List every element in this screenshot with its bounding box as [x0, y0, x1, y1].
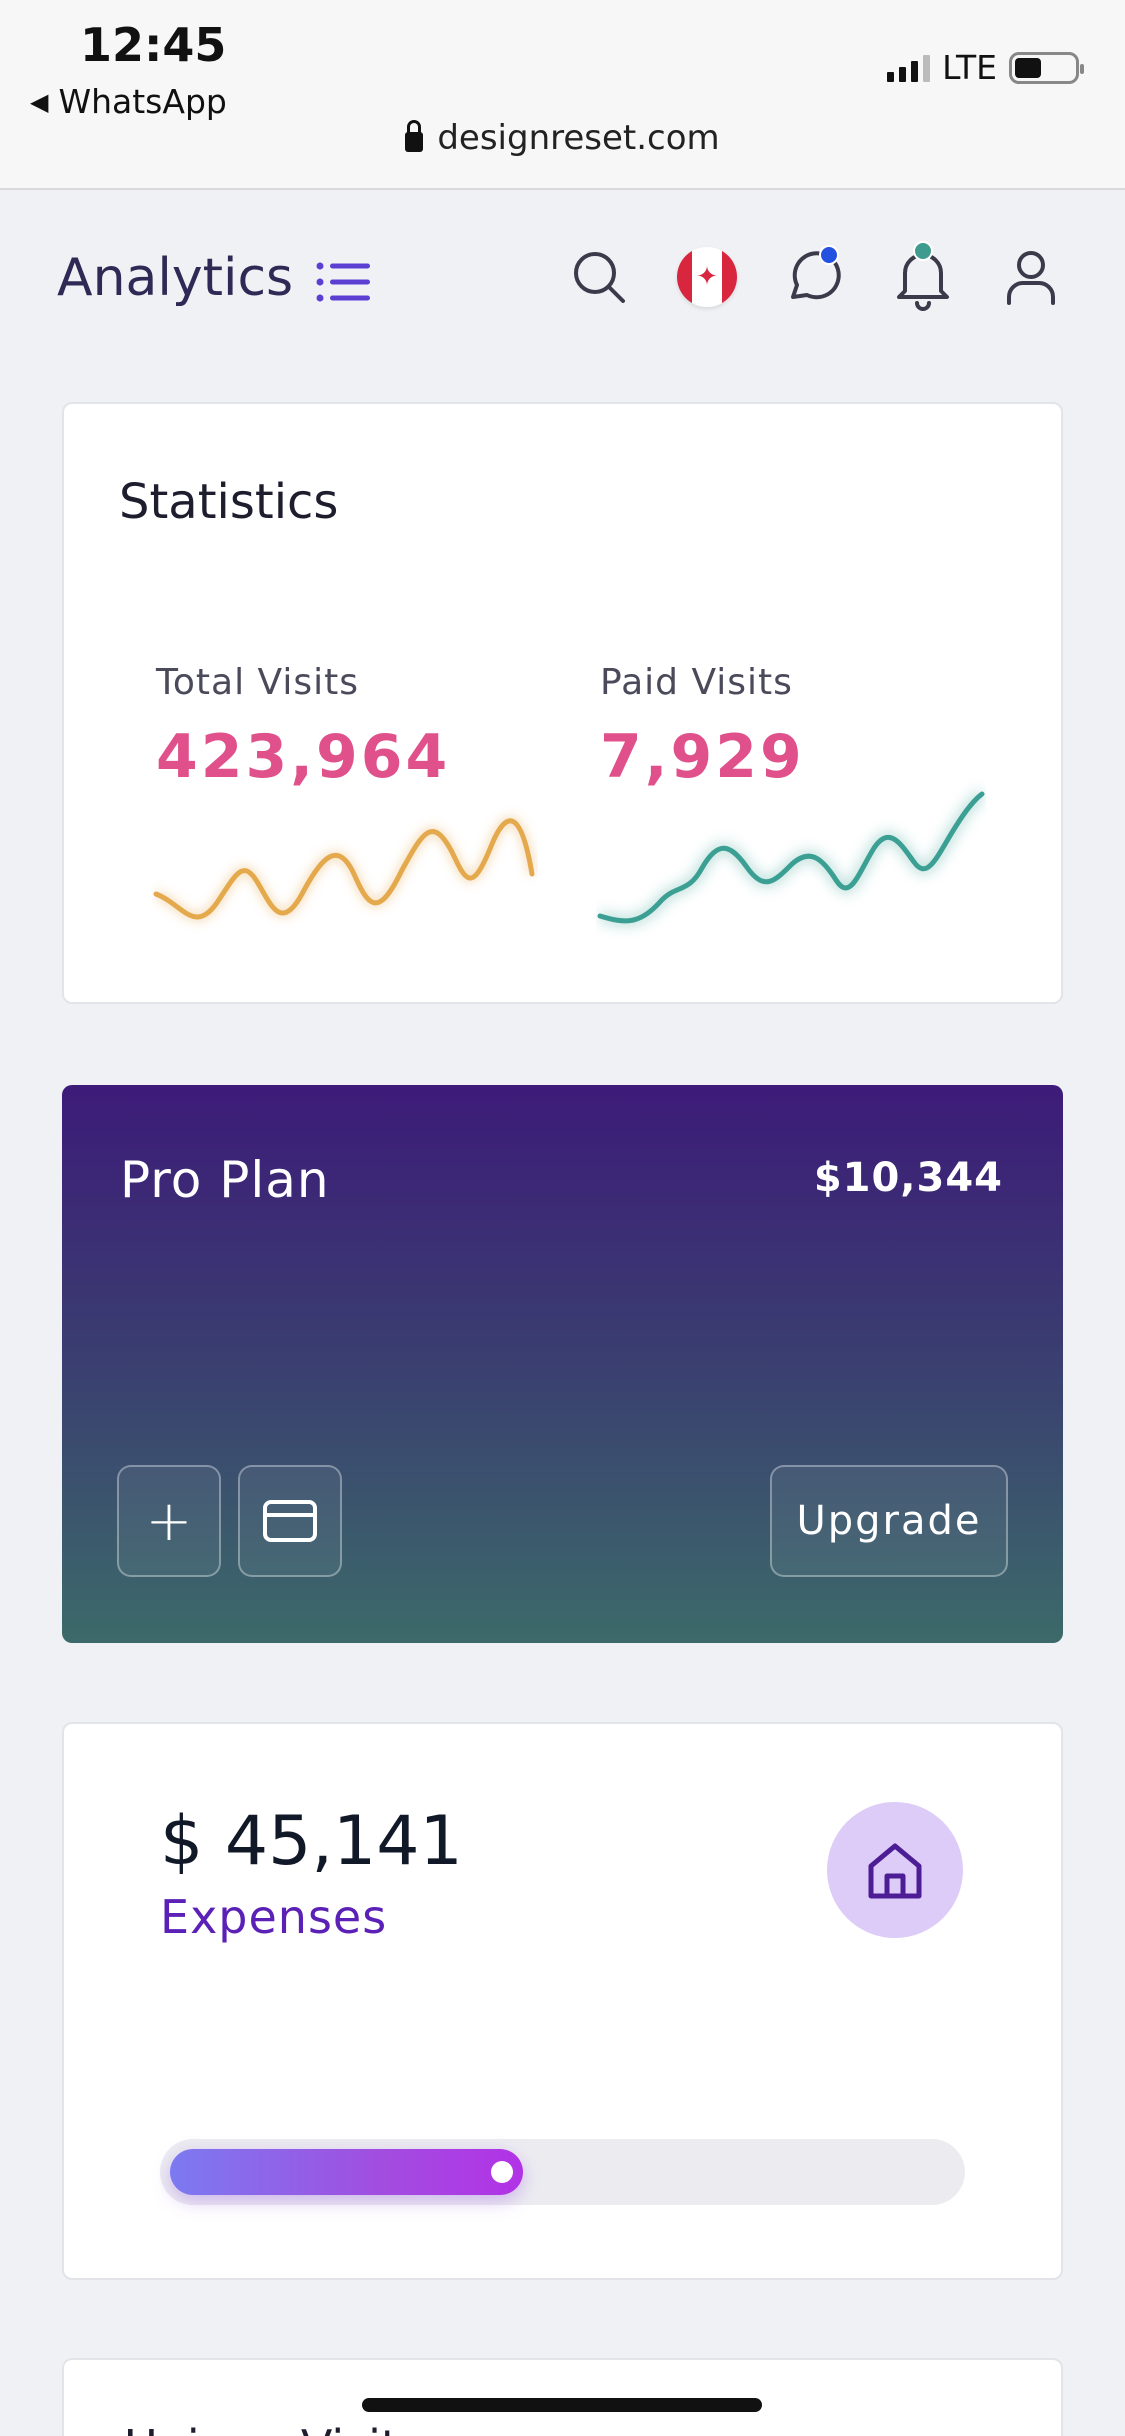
search-icon: [574, 252, 625, 303]
pro-plan-card: Pro Plan $10,344 + Upgrade: [62, 1085, 1063, 1643]
upgrade-button[interactable]: Upgrade: [770, 1465, 1008, 1577]
paid-visits-label: Paid Visits: [600, 662, 793, 703]
statistics-title: Statistics: [119, 474, 339, 530]
signal-icon: [887, 54, 931, 82]
messages-button[interactable]: [780, 242, 850, 312]
app-header: Analytics ✦: [0, 190, 1125, 370]
unique-visitors-card: Unique Visitors: [62, 2358, 1063, 2436]
pro-plan-amount: $10,344: [813, 1155, 1003, 1201]
status-time: 12:45: [80, 18, 227, 72]
page: 12:45 ◀ WhatsApp LTE designreset.com Ana…: [0, 0, 1125, 2436]
home-indicator: [362, 2398, 762, 2412]
canada-flag-icon: ✦: [677, 247, 737, 307]
payment-card-button[interactable]: [238, 1465, 342, 1577]
chat-icon: [791, 245, 841, 300]
notifications-button[interactable]: [888, 241, 958, 312]
back-to-app-link[interactable]: ◀ WhatsApp: [30, 82, 227, 121]
expenses-progress-track: [160, 2139, 965, 2205]
url-bar[interactable]: designreset.com: [0, 118, 1125, 158]
add-button[interactable]: +: [117, 1465, 221, 1577]
home-icon: [868, 1843, 922, 1899]
home-badge: [827, 1802, 963, 1938]
profile-button[interactable]: [996, 242, 1066, 312]
url-text: designreset.com: [437, 118, 720, 158]
network-label: LTE: [942, 48, 997, 87]
battery-icon: [1009, 51, 1084, 84]
total-visits-value: 423,964: [156, 722, 451, 792]
menu-list-icon[interactable]: [316, 260, 372, 304]
statistics-card: Statistics Total Visits 423,964 Paid Vis…: [62, 402, 1063, 1004]
total-visits-sparkline: [153, 816, 537, 922]
search-button[interactable]: [564, 242, 634, 312]
back-triangle-icon: ◀: [30, 87, 49, 116]
status-bar: 12:45 ◀ WhatsApp LTE designreset.com: [0, 0, 1125, 190]
paid-visits-sparkline: [597, 789, 986, 927]
status-indicators: LTE: [887, 48, 1084, 87]
back-app-label: WhatsApp: [58, 82, 227, 121]
bell-icon: [897, 241, 949, 311]
expenses-label: Expenses: [160, 1890, 388, 1944]
expenses-amount: $ 45,141: [160, 1802, 463, 1881]
language-button[interactable]: ✦: [672, 242, 742, 312]
total-visits-label: Total Visits: [156, 662, 359, 703]
lock-icon: [405, 120, 424, 152]
user-icon: [1007, 251, 1055, 305]
credit-card-icon: [263, 1500, 317, 1542]
unique-visitors-title: Unique Visitors: [124, 2420, 470, 2436]
expenses-progress-fill: [170, 2149, 523, 2195]
progress-knob: [491, 2161, 513, 2183]
pro-plan-title: Pro Plan: [120, 1151, 330, 1209]
expenses-card: $ 45,141 Expenses: [62, 1722, 1063, 2280]
page-title: Analytics: [57, 248, 294, 308]
